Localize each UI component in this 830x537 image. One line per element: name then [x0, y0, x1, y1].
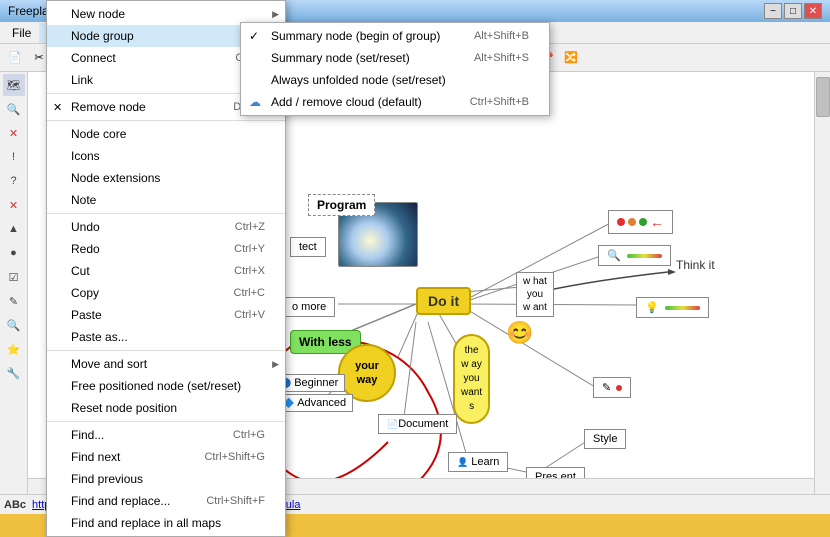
menu-item-node-ext[interactable]: Node extensions [47, 167, 285, 189]
menu-sep-2 [47, 120, 285, 121]
sidebar-btn-10[interactable]: ✎ [3, 290, 25, 312]
menu-item-find-replace-all[interactable]: Find and replace in all maps [47, 512, 285, 534]
menu-item-paste[interactable]: Paste Ctrl+V [47, 304, 285, 326]
node-protect[interactable]: tect [290, 237, 326, 257]
left-sidebar: 🗺 🔍 ✕ ! ? ✕ ▲ ● ☑ ✎ 🔍 ⭐ 🔧 [0, 72, 28, 494]
menu-sep-3 [47, 213, 285, 214]
menu-item-cut[interactable]: Cut Ctrl+X [47, 260, 285, 282]
menu-sep-4 [47, 350, 285, 351]
remove-node-icon: ✕ [53, 101, 62, 114]
menu-item-find-prev[interactable]: Find previous [47, 468, 285, 490]
arrow-right-icon: ← [650, 214, 664, 230]
node-program[interactable]: Program [308, 194, 375, 216]
menu-item-find-replace[interactable]: Find and replace... Ctrl+Shift+F [47, 490, 285, 512]
node-style[interactable]: Style [584, 429, 626, 449]
menu-item-note[interactable]: Note [47, 189, 285, 211]
sidebar-btn-11[interactable]: 🔍 [3, 314, 25, 336]
close-button[interactable]: ✕ [804, 3, 822, 19]
dot-red-icon [617, 218, 625, 226]
node-whatyouwant[interactable]: w hatyouw ant [516, 272, 554, 317]
menu-item-copy[interactable]: Copy Ctrl+C [47, 282, 285, 304]
node-learn[interactable]: 👤 Learn [448, 452, 508, 472]
menu-item-reset-pos[interactable]: Reset node position [47, 397, 285, 419]
status-abc: ABc [4, 499, 26, 511]
node-thinkit[interactable]: Think it [676, 258, 715, 272]
node-midright[interactable]: 💡 [636, 297, 709, 318]
submenu-summary-set[interactable]: Summary node (set/reset) Alt+Shift+S [241, 47, 549, 69]
menu-item-node-core[interactable]: Node core [47, 123, 285, 145]
menu-item-redo[interactable]: Redo Ctrl+Y [47, 238, 285, 260]
submenu-summary-begin[interactable]: ✓ Summary node (begin of group) Alt+Shif… [241, 25, 549, 47]
toolbar-btn-h[interactable]: 🔀 [560, 47, 582, 69]
node-doit[interactable]: Do it [416, 287, 471, 315]
node-topright2[interactable]: 🔍 [598, 245, 671, 266]
submenu-add-cloud[interactable]: ☁ Add / remove cloud (default) Ctrl+Shif… [241, 91, 549, 113]
minimize-button[interactable]: − [764, 3, 782, 19]
dot-orange-icon [628, 218, 636, 226]
menu-item-find[interactable]: Find... Ctrl+G [47, 424, 285, 446]
node-document[interactable]: 📄 Document [378, 414, 457, 434]
sidebar-btn-9[interactable]: ☑ [3, 266, 25, 288]
node-theway[interactable]: thew ayyouwants [453, 334, 490, 424]
menu-item-move-sort[interactable]: Move and sort [47, 353, 285, 375]
sidebar-btn-6[interactable]: ✕ [3, 194, 25, 216]
menu-item-undo[interactable]: Undo Ctrl+Z [47, 216, 285, 238]
menu-item-paste-as[interactable]: Paste as... [47, 326, 285, 348]
vertical-scrollbar[interactable] [814, 72, 830, 494]
node-midright2[interactable]: ✎ [593, 377, 631, 398]
node-advanced[interactable]: 🔷 Advanced [276, 394, 353, 412]
check-icon: ✓ [249, 29, 259, 43]
sidebar-btn-12[interactable]: ⭐ [3, 338, 25, 360]
sidebar-btn-3[interactable]: ✕ [3, 122, 25, 144]
nodegroup-submenu[interactable]: ✓ Summary node (begin of group) Alt+Shif… [240, 22, 550, 116]
vscroll-thumb[interactable] [816, 77, 830, 117]
dot-green-icon [639, 218, 647, 226]
toolbar-new-node[interactable]: 📄 [4, 47, 26, 69]
menu-item-free-pos[interactable]: Free positioned node (set/reset) [47, 375, 285, 397]
sidebar-btn-5[interactable]: ? [3, 170, 25, 192]
window-controls: − □ ✕ [764, 3, 822, 19]
submenu-always-unfold[interactable]: Always unfolded node (set/reset) [241, 69, 549, 91]
menu-file[interactable]: File [4, 23, 39, 43]
smiley-icon: 😊 [506, 320, 533, 346]
sidebar-btn-7[interactable]: ▲ [3, 218, 25, 240]
sidebar-btn-8[interactable]: ● [3, 242, 25, 264]
sidebar-btn-2[interactable]: 🔍 [3, 98, 25, 120]
menu-sep-5 [47, 421, 285, 422]
node-topright1[interactable]: ← [608, 210, 673, 234]
sidebar-btn-4[interactable]: ! [3, 146, 25, 168]
maximize-button[interactable]: □ [784, 3, 802, 19]
sidebar-btn-1[interactable]: 🗺 [3, 74, 25, 96]
menu-item-icons[interactable]: Icons [47, 145, 285, 167]
menu-item-find-next[interactable]: Find next Ctrl+Shift+G [47, 446, 285, 468]
sidebar-btn-13[interactable]: 🔧 [3, 362, 25, 384]
node-domore[interactable]: o more [283, 297, 335, 317]
